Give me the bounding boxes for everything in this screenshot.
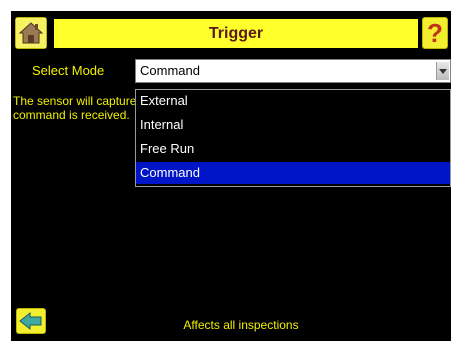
dropdown-option-external[interactable]: External — [136, 90, 450, 112]
page-title: Trigger — [208, 25, 264, 42]
title-bar: Trigger — [54, 19, 418, 48]
select-mode-label: Select Mode — [32, 63, 105, 78]
help-button[interactable]: ? — [422, 17, 448, 49]
mode-select[interactable]: Command — [135, 59, 451, 83]
mode-dropdown-list: External Internal Free Run Command — [135, 89, 451, 187]
dropdown-option-internal[interactable]: Internal — [136, 114, 450, 136]
help-icon: ? — [427, 18, 443, 48]
dropdown-option-command[interactable]: Command — [136, 162, 450, 184]
footer-note-text: Affects all inspections — [183, 318, 299, 332]
header-bar: Trigger ? — [11, 11, 451, 51]
home-icon — [16, 18, 46, 48]
screen: Trigger ? Select Mode Command The sensor… — [11, 11, 451, 341]
footer-note: Affects all inspections — [11, 318, 451, 332]
mode-select-value: Command — [140, 63, 200, 78]
dropdown-option-free-run[interactable]: Free Run — [136, 138, 450, 160]
home-button[interactable] — [15, 17, 47, 49]
chevron-down-icon[interactable] — [436, 62, 449, 80]
